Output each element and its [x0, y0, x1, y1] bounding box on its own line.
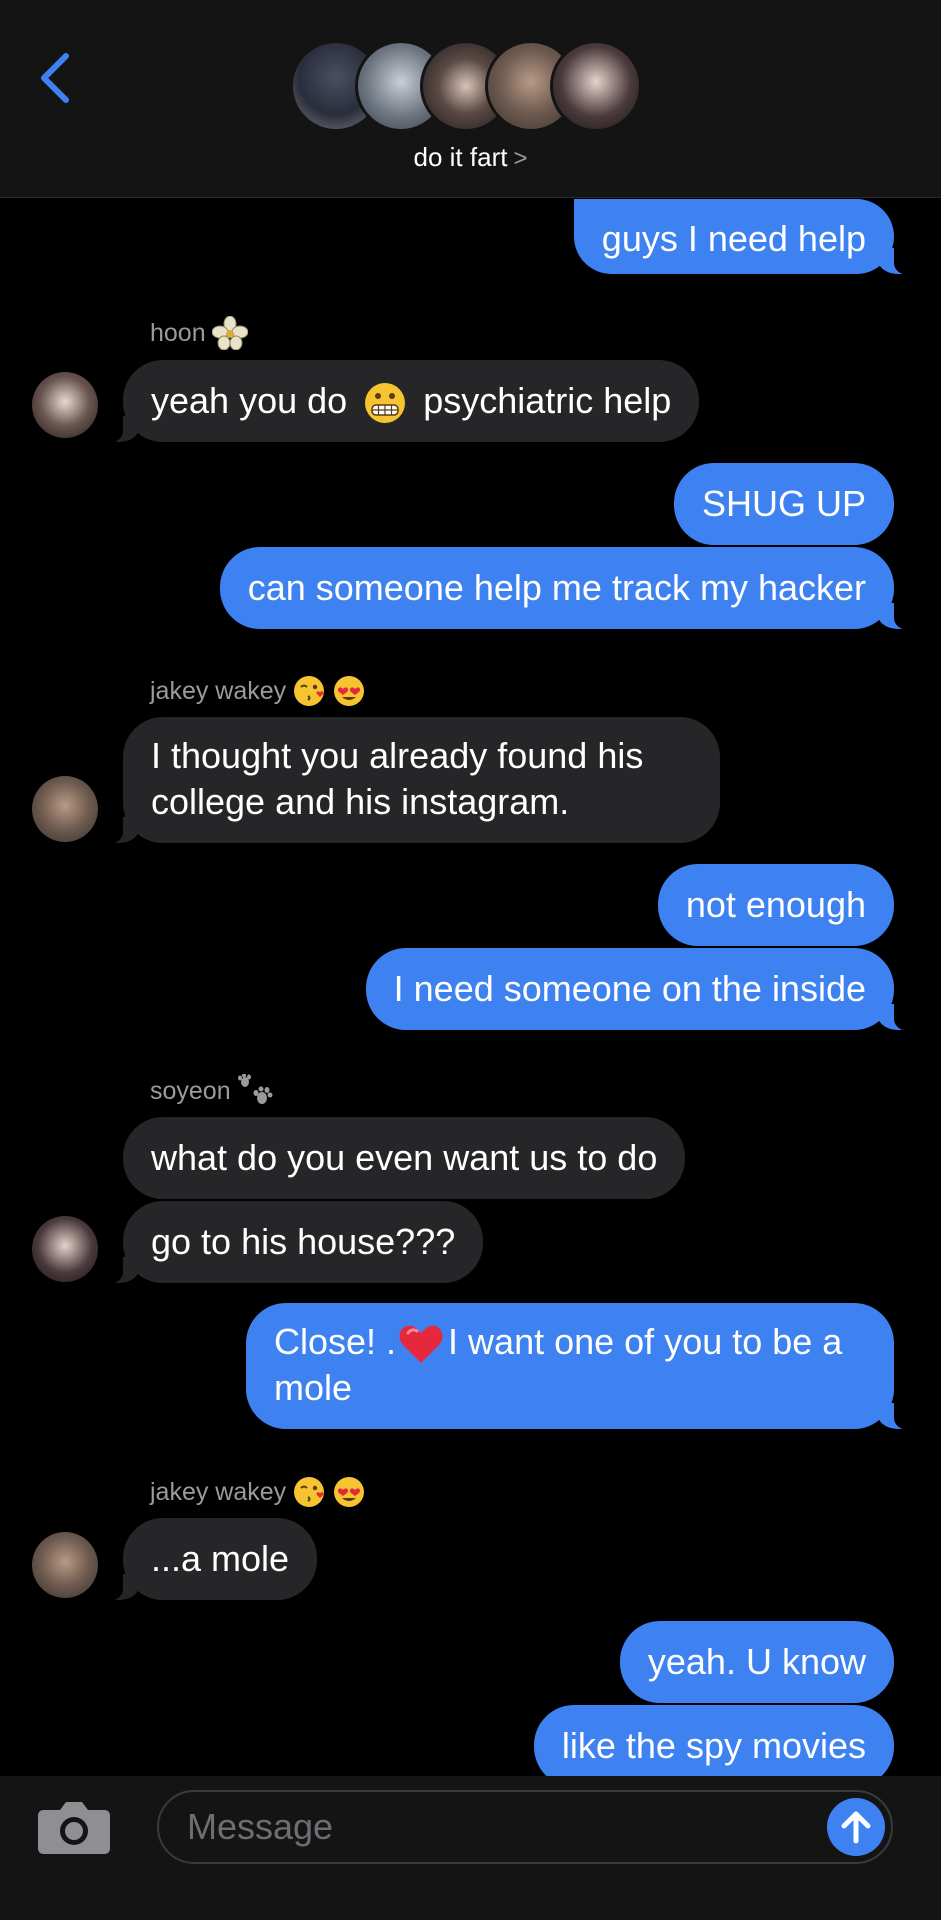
back-button[interactable]	[30, 48, 80, 108]
message-text: I thought you already found his college …	[151, 735, 644, 822]
message-text: can someone help me track my hacker	[247, 567, 866, 608]
kissing-face-icon	[294, 1477, 325, 1507]
outgoing-message[interactable]: not enough	[657, 864, 894, 946]
flower-icon	[211, 316, 248, 350]
camera-icon	[38, 1802, 110, 1854]
chevron-left-icon	[41, 53, 69, 103]
sender-name: jakey wakey	[150, 1475, 366, 1509]
message-input[interactable]	[157, 1790, 893, 1864]
paw-prints-icon	[237, 1074, 273, 1104]
group-name: do it fart	[413, 142, 508, 172]
outgoing-message[interactable]: Close! . I want one of you to be a mole	[246, 1303, 916, 1430]
kissing-face-icon	[294, 676, 325, 706]
message-text: SHUG UP	[701, 483, 866, 524]
message-text: guys I need help	[601, 218, 866, 259]
incoming-message[interactable]: ...a mole	[100, 1518, 318, 1601]
outgoing-message[interactable]: SHUG UP	[673, 463, 894, 545]
sender-label: jakey wakey	[150, 676, 287, 705]
red-heart-icon	[399, 1326, 443, 1364]
outgoing-message[interactable]: like the spy movies	[533, 1705, 894, 1787]
message-text: psychiatric help	[423, 380, 672, 421]
group-name-button[interactable]: do it fart >	[0, 142, 941, 173]
outgoing-message[interactable]: I need someone on the inside	[365, 948, 917, 1031]
avatar[interactable]	[32, 1216, 98, 1282]
outgoing-message[interactable]: can someone help me track my hacker	[219, 547, 917, 630]
message-text: not enough	[685, 884, 866, 925]
group-avatars[interactable]	[290, 40, 650, 132]
arrow-up-icon	[841, 1811, 871, 1844]
sender-name: hoon	[150, 316, 248, 350]
sender-label: jakey wakey	[150, 1477, 287, 1506]
message-text: Close! .	[274, 1321, 397, 1362]
sender-name: soyeon	[150, 1074, 275, 1108]
send-button[interactable]	[827, 1798, 885, 1856]
outgoing-message[interactable]: yeah. U know	[619, 1621, 894, 1703]
avatar[interactable]	[32, 372, 98, 438]
message-text: yeah you do	[151, 380, 348, 421]
heart-eyes-face-icon	[334, 1477, 365, 1507]
message-text: go to his house???	[151, 1221, 456, 1262]
message-text: ...a mole	[151, 1538, 290, 1579]
group-member-avatar	[550, 40, 642, 132]
sender-label: soyeon	[150, 1076, 231, 1105]
outgoing-message[interactable]: guys I need help	[573, 199, 917, 275]
message-text: like the spy movies	[561, 1725, 866, 1766]
message-text: what do you even want us to do	[151, 1137, 658, 1178]
chat-header: do it fart >	[0, 0, 941, 198]
incoming-message[interactable]: yeah you do psychiatric help	[100, 360, 700, 443]
message-composer	[0, 1776, 941, 1920]
message-text: I need someone on the inside	[393, 968, 866, 1009]
camera-button[interactable]	[36, 1798, 112, 1856]
sender-name: jakey wakey	[150, 674, 366, 708]
incoming-message[interactable]: go to his house???	[100, 1201, 484, 1284]
grimacing-face-icon	[365, 383, 406, 424]
avatar[interactable]	[32, 1532, 98, 1598]
heart-eyes-face-icon	[334, 676, 365, 706]
incoming-message[interactable]: I thought you already found his college …	[101, 717, 720, 844]
incoming-message[interactable]: what do you even want us to do	[123, 1117, 686, 1199]
chevron-right-icon: >	[513, 145, 528, 172]
message-text: yeah. U know	[647, 1641, 866, 1682]
avatar[interactable]	[32, 776, 98, 842]
sender-label: hoon	[150, 318, 206, 347]
